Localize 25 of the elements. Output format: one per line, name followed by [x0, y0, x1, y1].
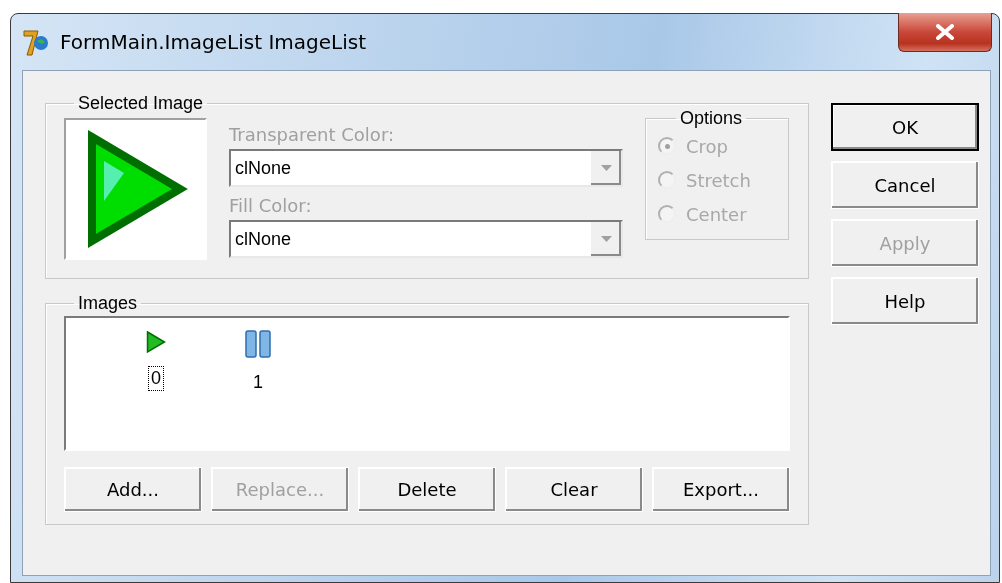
- image-caption[interactable]: 1: [250, 370, 266, 395]
- close-button[interactable]: [898, 13, 992, 52]
- group-title: Options: [679, 108, 744, 129]
- pause-icon: [245, 330, 271, 358]
- list-action-button[interactable]: Export...: [652, 467, 790, 512]
- list-action-button[interactable]: Clear: [505, 467, 643, 512]
- dropdown-arrow-icon: [600, 236, 612, 242]
- play-icon: [146, 330, 166, 354]
- group-title: Selected Image: [77, 93, 205, 114]
- dialog-button[interactable]: OK: [831, 103, 979, 151]
- list-action-button[interactable]: Add...: [64, 467, 202, 512]
- image-list[interactable]: 0 1: [64, 316, 790, 451]
- field-label: Fill Color:: [229, 195, 313, 216]
- radio-label: Stretch: [686, 169, 751, 191]
- group-title: Images: [77, 293, 139, 314]
- list-action-button[interactable]: Delete: [358, 467, 496, 512]
- close-icon: [935, 24, 955, 40]
- radio-label: Crop: [686, 135, 728, 157]
- dialog-button[interactable]: Help: [831, 277, 979, 325]
- dropdown-arrow-icon: [600, 165, 612, 171]
- field-label: Transparent Color:: [229, 124, 396, 145]
- radio-label: Center: [686, 203, 747, 225]
- window-title: FormMain.ImageList ImageList: [60, 30, 367, 54]
- image-caption[interactable]: 0: [148, 366, 164, 391]
- dialog-button[interactable]: Cancel: [831, 161, 979, 209]
